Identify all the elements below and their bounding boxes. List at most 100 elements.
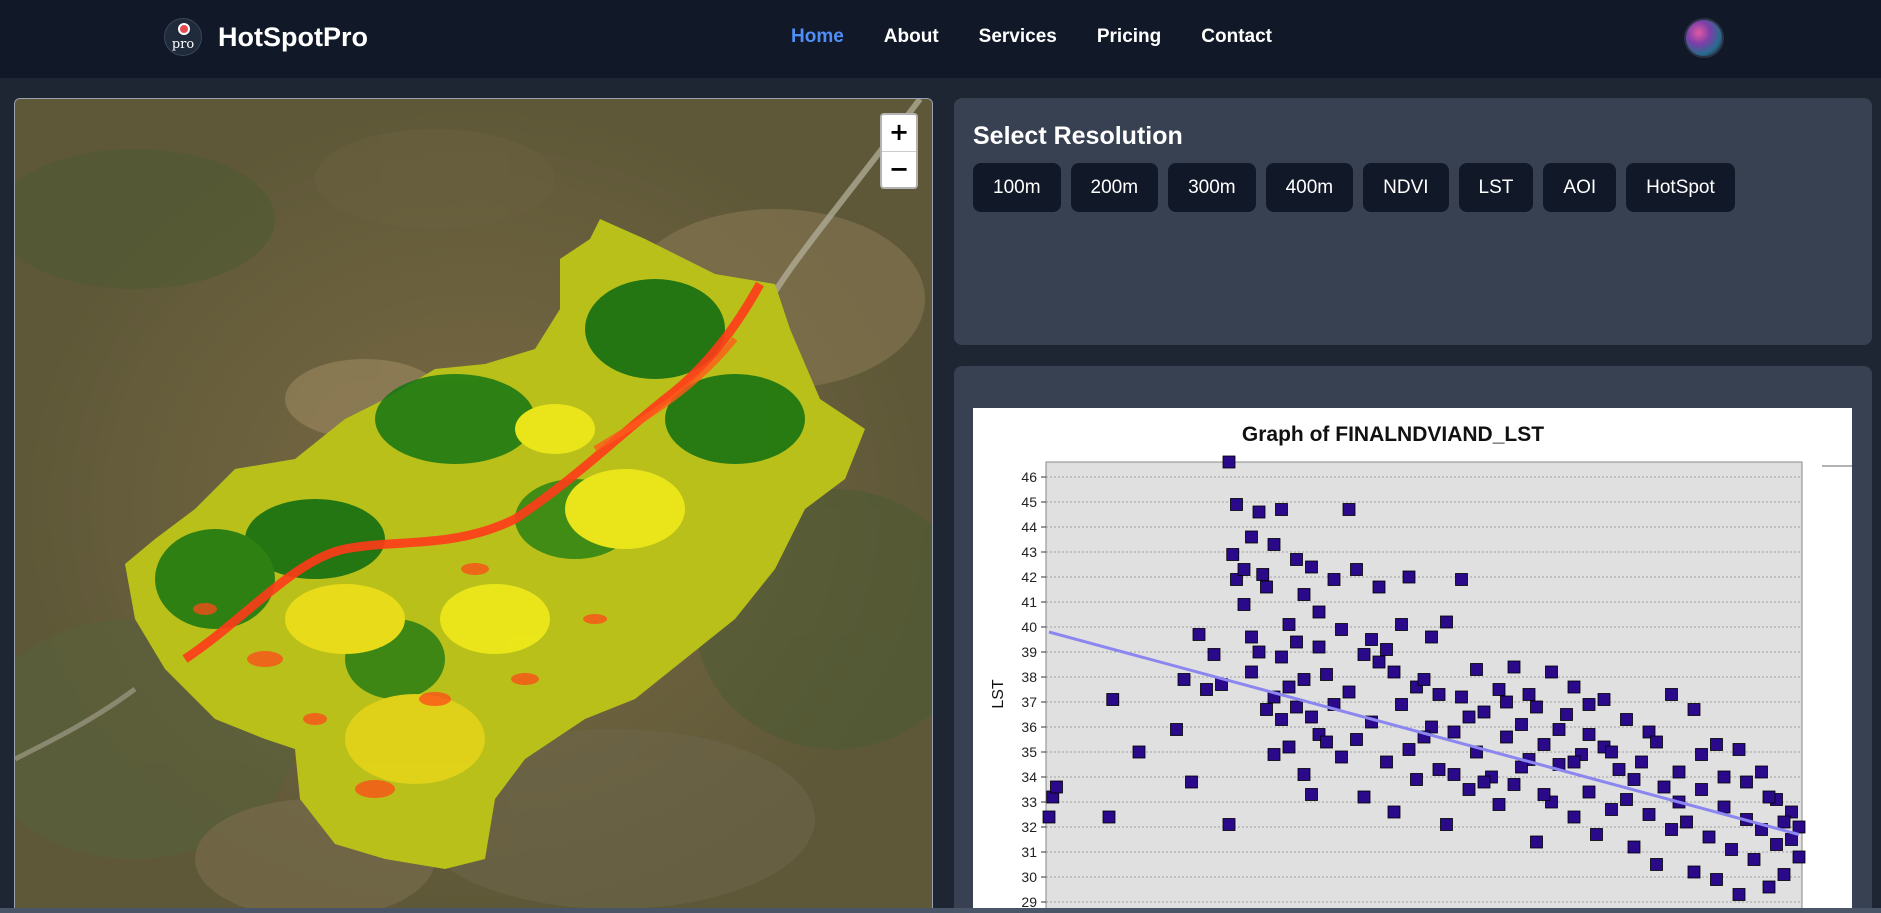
data-point xyxy=(1605,803,1618,816)
data-point xyxy=(1492,683,1506,696)
data-point xyxy=(1357,648,1371,661)
logo-text: pro xyxy=(171,37,195,52)
y-tick-label: 43 xyxy=(1021,544,1037,560)
res-button-300m[interactable]: 300m xyxy=(1168,163,1256,212)
data-point xyxy=(1417,673,1431,686)
y-tick-label: 45 xyxy=(1021,494,1037,510)
data-point xyxy=(1612,763,1626,776)
data-point xyxy=(1567,680,1581,694)
data-point xyxy=(1297,673,1311,686)
data-point xyxy=(1106,693,1120,706)
data-point xyxy=(1770,838,1783,851)
data-point xyxy=(1702,830,1716,844)
data-point xyxy=(1710,873,1723,886)
data-point xyxy=(1627,773,1641,786)
data-point xyxy=(1357,790,1371,804)
data-point xyxy=(1590,828,1603,841)
data-point xyxy=(1462,710,1476,724)
data-point xyxy=(1717,770,1731,784)
y-tick-label: 40 xyxy=(1021,619,1037,635)
data-point xyxy=(1792,850,1806,864)
data-point xyxy=(1447,725,1461,739)
nav-about[interactable]: About xyxy=(884,26,939,48)
y-tick-label: 32 xyxy=(1021,819,1037,835)
ndvi-button[interactable]: NDVI xyxy=(1363,163,1449,212)
chart-panel: 29 30 31 32 33 34 35 36 37 38 39 40 41 42 43 44 45 46 Grap… xyxy=(954,366,1872,913)
data-point xyxy=(1267,538,1281,551)
plot-area xyxy=(1045,461,1803,913)
data-point xyxy=(1230,498,1243,511)
brand[interactable]: pro HotSpotPro xyxy=(164,18,368,56)
data-point xyxy=(1245,630,1258,644)
y-tick-label: 33 xyxy=(1021,794,1037,810)
map-view[interactable]: + − xyxy=(14,98,933,913)
aoi-button[interactable]: AOI xyxy=(1543,163,1617,212)
data-point xyxy=(1477,705,1491,719)
data-point xyxy=(1275,713,1288,726)
data-point xyxy=(1177,673,1191,686)
data-point xyxy=(1785,833,1798,846)
res-button-400m[interactable]: 400m xyxy=(1265,163,1354,212)
data-point xyxy=(1507,778,1521,791)
y-tick-label: 30 xyxy=(1021,869,1037,885)
data-point xyxy=(1627,840,1641,854)
data-point xyxy=(1695,748,1708,761)
data-point xyxy=(1717,800,1731,814)
data-point xyxy=(1515,718,1528,731)
data-point xyxy=(1252,505,1266,519)
zoom-out-button[interactable]: − xyxy=(882,151,916,187)
data-point xyxy=(1530,835,1543,849)
data-point xyxy=(1657,780,1671,794)
data-point xyxy=(1762,880,1776,894)
data-point xyxy=(1267,748,1281,761)
data-point xyxy=(1222,455,1236,469)
data-point xyxy=(1560,708,1573,721)
data-point xyxy=(1425,630,1438,644)
data-point xyxy=(1256,568,1270,581)
data-point xyxy=(1260,580,1273,594)
data-point xyxy=(1350,733,1363,746)
nav-home[interactable]: Home xyxy=(791,26,844,48)
data-point xyxy=(1522,688,1536,701)
y-tick-label: 44 xyxy=(1021,519,1037,535)
app-name: HotSpotPro xyxy=(218,21,368,52)
data-point xyxy=(1695,783,1708,796)
data-point xyxy=(1582,785,1596,799)
data-point xyxy=(1297,768,1311,781)
user-avatar-icon[interactable] xyxy=(1684,18,1724,58)
data-point xyxy=(1342,503,1356,516)
y-tick-label: 35 xyxy=(1021,744,1037,760)
data-point xyxy=(1747,853,1761,866)
data-point xyxy=(1710,738,1723,751)
y-tick-label: 42 xyxy=(1021,569,1037,585)
res-button-200m[interactable]: 200m xyxy=(1070,163,1159,212)
data-point xyxy=(1297,588,1311,601)
globe-logo-icon: pro xyxy=(164,18,202,56)
data-point xyxy=(1455,690,1468,704)
y-tick-label: 37 xyxy=(1021,694,1037,710)
data-point xyxy=(1380,755,1393,769)
nav-pricing[interactable]: Pricing xyxy=(1097,26,1161,48)
resolution-title: Select Resolution xyxy=(973,122,1183,150)
chart-svg: 293031323334353637383940414243444546Grap… xyxy=(990,423,1852,913)
data-point xyxy=(1402,570,1416,584)
lst-button[interactable]: LST xyxy=(1458,163,1534,212)
data-point xyxy=(1500,695,1513,709)
data-point xyxy=(1582,698,1596,711)
data-point xyxy=(1492,798,1506,811)
data-point xyxy=(1305,788,1318,801)
data-point xyxy=(1237,598,1251,611)
data-point xyxy=(1635,755,1648,769)
data-point xyxy=(1567,755,1581,769)
data-point xyxy=(1432,763,1446,776)
data-point xyxy=(1507,660,1521,674)
zoom-in-button[interactable]: + xyxy=(882,115,916,151)
data-point xyxy=(1380,643,1393,656)
y-tick-label: 38 xyxy=(1021,669,1037,685)
data-point xyxy=(1732,743,1746,756)
nav-contact[interactable]: Contact xyxy=(1201,26,1272,48)
data-point xyxy=(1680,815,1693,829)
res-button-100m[interactable]: 100m xyxy=(973,163,1061,212)
nav-services[interactable]: Services xyxy=(979,26,1057,48)
hotspot-button[interactable]: HotSpot xyxy=(1626,163,1735,212)
